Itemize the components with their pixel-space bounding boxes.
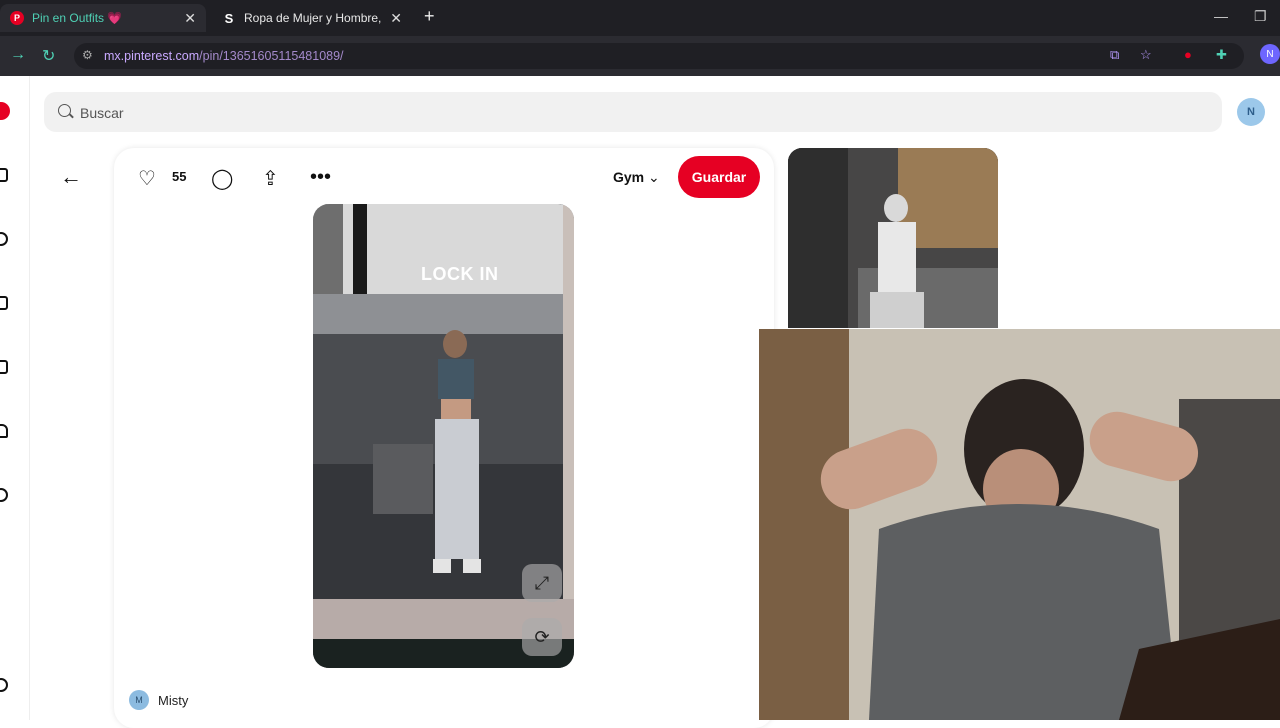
settings-icon[interactable] <box>0 678 8 692</box>
heart-icon[interactable]: ♡ <box>138 166 156 191</box>
webcam-overlay <box>759 329 1280 720</box>
more-options-icon[interactable]: ••• <box>310 166 331 189</box>
close-tab-icon[interactable]: ✕ <box>390 10 402 27</box>
related-pin-image[interactable] <box>788 148 998 328</box>
search-bar[interactable]: Buscar <box>44 92 1222 132</box>
create-icon[interactable] <box>0 360 8 374</box>
minimize-icon[interactable]: — <box>1214 8 1228 24</box>
chevron-down-icon: ⌄ <box>648 169 660 185</box>
like-count: 55 <box>172 169 187 184</box>
extensions-puzzle-icon[interactable]: ✚ <box>1216 47 1227 63</box>
user-avatar[interactable]: N <box>1237 98 1265 126</box>
browser-toolbar: → ↻ ⚙ mx.pinterest.com/pin/1365160511548… <box>0 36 1280 76</box>
visual-search-icon[interactable]: ⟳ <box>522 618 562 656</box>
install-app-icon[interactable]: ⧉ <box>1110 47 1119 63</box>
left-nav-rail <box>0 76 30 720</box>
pin-image-caption: LOCK IN <box>421 264 499 284</box>
pinterest-page: Buscar N ← ♡ 55 ◯ ⇪ ••• Gym ⌄ Guardar LO… <box>0 76 1280 728</box>
extension-icon[interactable]: ● <box>1184 47 1192 62</box>
bookmark-star-icon[interactable]: ☆ <box>1140 47 1152 63</box>
home-icon[interactable] <box>0 168 8 182</box>
author-name[interactable]: Misty <box>158 693 188 708</box>
tab-title: Pin en Outfits 💗 <box>32 11 123 25</box>
close-tab-icon[interactable]: ✕ <box>184 10 196 27</box>
search-input[interactable]: Buscar <box>80 105 124 121</box>
back-arrow-icon[interactable]: ← <box>60 164 82 190</box>
tab-ropa[interactable]: S Ropa de Mujer y Hombre, Com ✕ <box>212 4 412 32</box>
messages-icon[interactable] <box>0 488 8 502</box>
address-bar[interactable]: ⚙ mx.pinterest.com/pin/136516051154810​8… <box>74 43 1244 69</box>
explore-icon[interactable] <box>0 232 8 246</box>
reload-icon[interactable]: ↻ <box>42 46 55 66</box>
shein-favicon-icon: S <box>224 10 234 26</box>
boards-icon[interactable] <box>0 296 8 310</box>
pinterest-logo-icon[interactable] <box>0 102 10 120</box>
new-tab-icon[interactable]: + <box>424 6 435 27</box>
restore-icon[interactable]: ❐ <box>1254 8 1267 25</box>
tab-title: Ropa de Mujer y Hombre, Com <box>244 11 384 25</box>
save-button[interactable]: Guardar <box>678 156 760 198</box>
forward-arrow-icon[interactable]: → <box>10 46 26 64</box>
search-icon <box>58 104 71 117</box>
notifications-icon[interactable] <box>0 424 8 438</box>
comment-icon[interactable]: ◯ <box>211 166 233 191</box>
url-text: mx.pinterest.com/pin/136516051154810​89/ <box>104 49 344 63</box>
expand-icon[interactable]: ⤢ <box>522 564 562 602</box>
site-settings-icon[interactable]: ⚙ <box>82 48 93 62</box>
browser-profile-avatar[interactable]: N <box>1260 44 1280 64</box>
pinterest-favicon-icon: P <box>10 11 24 25</box>
share-icon[interactable]: ⇪ <box>262 166 279 191</box>
tab-pin-en-outfits[interactable]: P Pin en Outfits 💗 ✕ <box>0 4 206 32</box>
browser-tab-bar: P Pin en Outfits 💗 ✕ S Ropa de Mujer y H… <box>0 0 1280 36</box>
board-name: Gym <box>613 169 645 185</box>
author-avatar[interactable]: M <box>129 690 149 710</box>
board-selector[interactable]: Gym ⌄ <box>613 169 660 186</box>
